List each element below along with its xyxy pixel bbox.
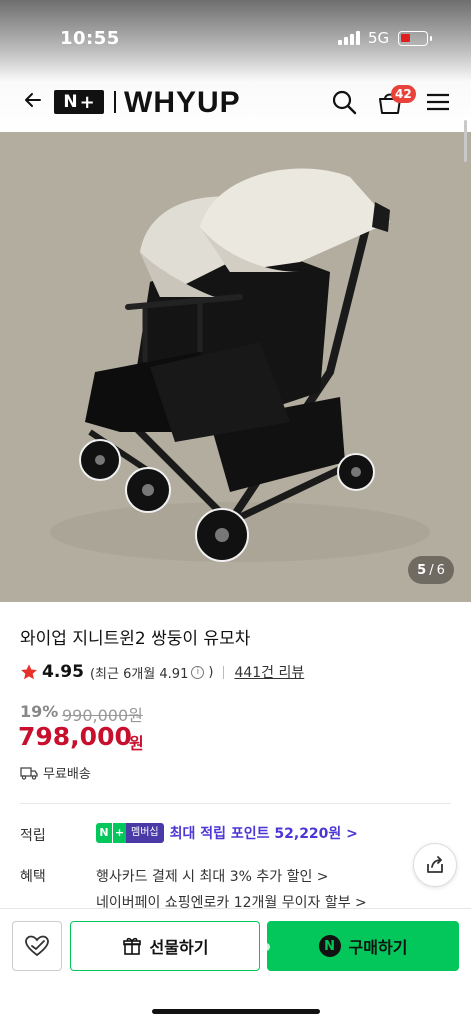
points-label: 적립 <box>20 828 46 844</box>
product-title: 와이업 지니트윈2 쌍둥이 유모차 <box>20 629 251 649</box>
price-currency: 원 <box>129 734 144 753</box>
battery-icon <box>398 31 432 46</box>
status-bar: 10:55 5G <box>0 0 471 70</box>
gift-button[interactable]: 선물하기 <box>70 921 260 971</box>
review-count-link[interactable]: 441건 리뷰 <box>234 662 304 682</box>
scroll-indicator <box>464 120 467 162</box>
home-indicator <box>152 1009 320 1014</box>
share-icon <box>427 856 443 873</box>
discount-rate: 19% <box>20 702 59 721</box>
page-dots <box>240 943 270 951</box>
recent-rating: (최근 6개월 4.91 <box>89 666 189 682</box>
gift-label: 선물하기 <box>149 938 209 957</box>
shipping-label: 무료배송 <box>43 767 91 782</box>
heart-check-icon <box>25 935 49 957</box>
stroller-illustration <box>50 168 430 562</box>
logo-divider <box>114 91 116 113</box>
section-divider <box>20 803 451 804</box>
max-points-link[interactable]: 최대 적립 포인트 52,220원 > <box>170 823 358 843</box>
shipping-row: 무료배송 <box>20 763 91 782</box>
site-header: N + WHYUP 42 <box>0 72 471 130</box>
gift-icon <box>122 937 141 955</box>
status-time: 10:55 <box>60 28 120 49</box>
benefits-label: 혜택 <box>20 869 46 885</box>
points-row[interactable]: N + 멤버십 최대 적립 포인트 52,220원 > <box>96 823 358 843</box>
bottom-action-bar: 선물하기 N 구매하기 <box>0 908 471 1024</box>
rating-separator <box>223 665 225 679</box>
product-image[interactable] <box>0 132 471 602</box>
top-chrome: 10:55 5G N + WHYUP 42 <box>0 0 471 132</box>
search-icon[interactable] <box>330 88 358 116</box>
truck-icon <box>20 766 38 780</box>
star-icon <box>21 664 37 680</box>
naver-plus-logo[interactable]: N + <box>54 90 104 114</box>
brand-logo[interactable]: WHYUP <box>124 86 241 120</box>
signal-icon <box>338 31 360 45</box>
buy-label: 구매하기 <box>348 938 408 957</box>
naver-plus-membership-badge: N + 멤버십 <box>96 823 164 843</box>
network-label: 5G <box>368 29 390 47</box>
rating-score: 4.95 <box>42 662 84 682</box>
rating-row: 4.95 (최근 6개월 4.91 i ) 441건 리뷰 <box>20 662 304 682</box>
buy-button[interactable]: N 구매하기 <box>267 921 459 971</box>
recent-rating-close: ) <box>208 664 214 680</box>
hamburger-menu-icon[interactable] <box>424 88 452 116</box>
benefit-card-discount[interactable]: 행사카드 결제 시 최대 3% 추가 할인 > <box>96 866 329 886</box>
wishlist-button[interactable] <box>12 921 62 971</box>
naverpay-icon: N <box>318 935 341 957</box>
sale-price: 798,000 <box>18 722 132 751</box>
share-button[interactable] <box>413 843 457 887</box>
image-counter: 5 / 6 <box>408 556 454 584</box>
cart-count-badge: 42 <box>391 85 416 103</box>
close-back-icon[interactable] <box>18 86 46 114</box>
info-icon[interactable]: i <box>191 665 205 679</box>
